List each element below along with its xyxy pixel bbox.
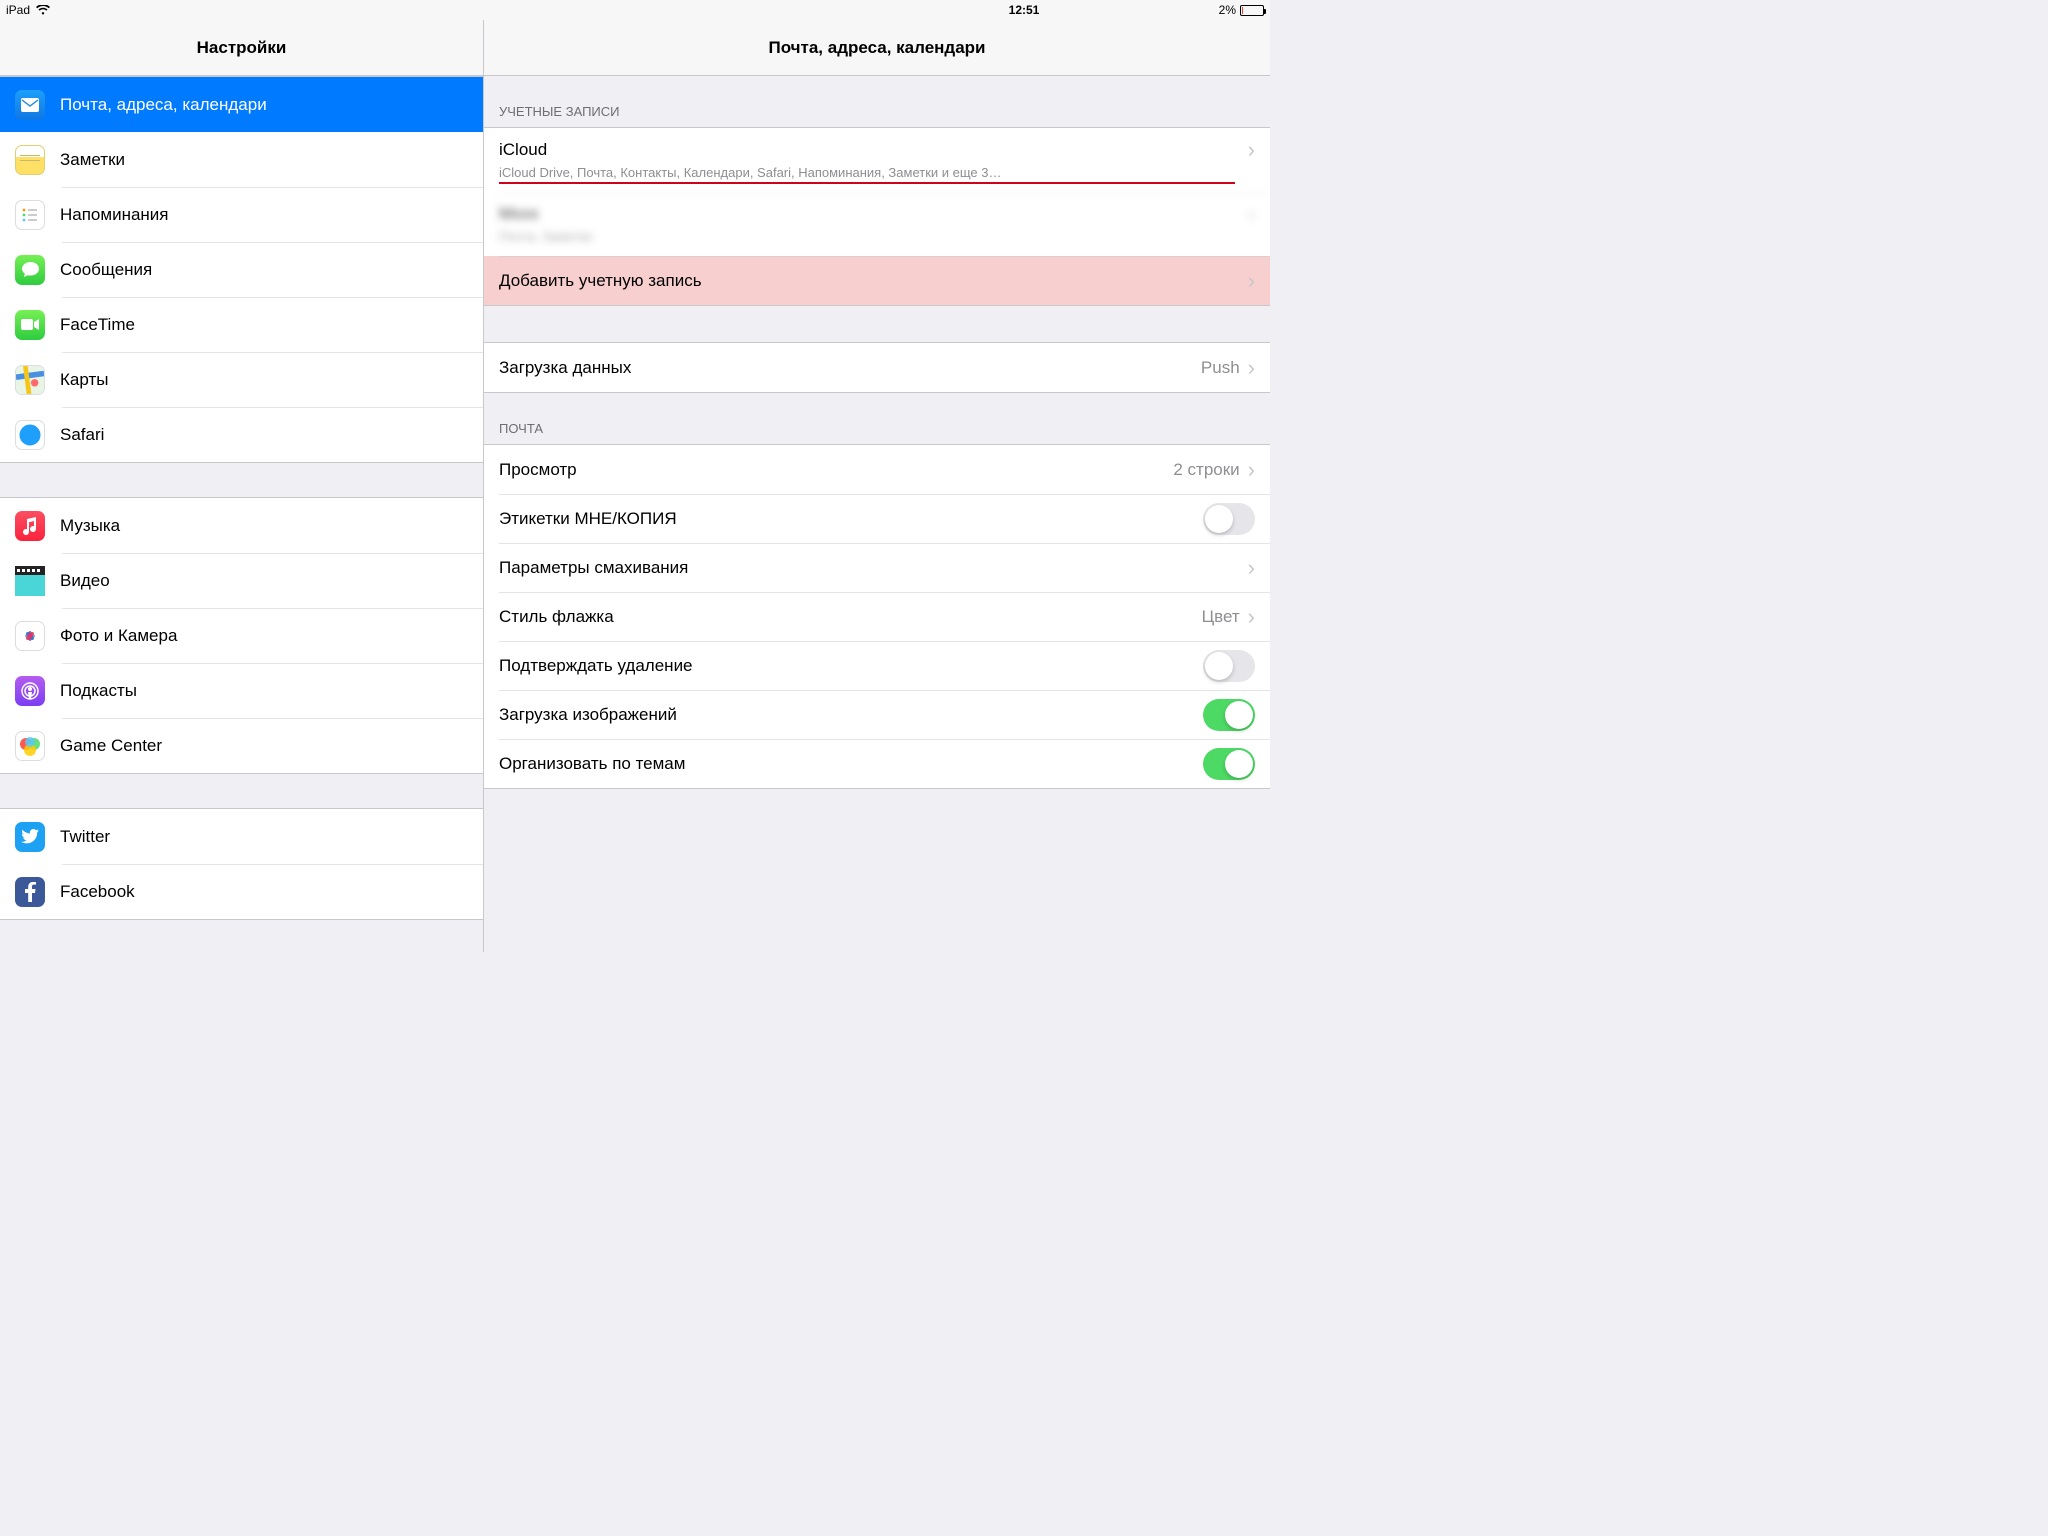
sidebar-item-label: Twitter (60, 827, 468, 847)
labels-toggle[interactable] (1203, 503, 1255, 535)
chevron-right-icon: › (1248, 604, 1255, 630)
preview-value: 2 строки (1173, 460, 1239, 480)
fetch-label: Загрузка данных (499, 358, 1201, 378)
sidebar-item-facetime[interactable]: FaceTime (0, 297, 483, 352)
sidebar-item-label: Safari (60, 425, 468, 445)
account-secondary[interactable]: Mxxx › Почта, Заметки (484, 192, 1270, 256)
device-label: iPad (6, 3, 30, 17)
sidebar-item-label: Game Center (60, 736, 468, 756)
detail-title: Почта, адреса, календари (484, 20, 1270, 76)
facetime-icon (15, 310, 45, 340)
swipe-label: Параметры смахивания (499, 558, 1248, 578)
sidebar-item-facebook[interactable]: Facebook (0, 864, 483, 919)
chevron-right-icon: › (1248, 268, 1255, 294)
load-images-row[interactable]: Загрузка изображений (484, 690, 1270, 739)
add-account-label: Добавить учетную запись (499, 271, 1248, 291)
flag-value: Цвет (1202, 607, 1240, 627)
messages-icon (15, 255, 45, 285)
reminders-icon (15, 200, 45, 230)
sidebar-item-label: Фото и Камера (60, 626, 468, 646)
mail-icon (15, 90, 45, 120)
sidebar-item-label: Почта, адреса, календари (60, 95, 468, 115)
maps-icon (15, 365, 45, 395)
account-subtitle: Почта, Заметки (499, 229, 1235, 244)
settings-sidebar: Настройки Почта, адреса, календари Замет… (0, 20, 484, 952)
chevron-right-icon: › (1248, 355, 1255, 381)
podcasts-icon (15, 676, 45, 706)
confirm-delete-row[interactable]: Подтверждать удаление (484, 641, 1270, 690)
organize-label: Организовать по темам (499, 754, 1203, 774)
sidebar-item-maps[interactable]: Карты (0, 352, 483, 407)
sidebar-group-3: Twitter Facebook (0, 808, 483, 920)
wifi-icon (36, 5, 50, 15)
labels-label: Этикетки МНЕ/КОПИЯ (499, 509, 1203, 529)
battery-percent: 2% (1219, 3, 1236, 17)
mail-section-header: ПОЧТА (484, 393, 1270, 444)
load-images-toggle[interactable] (1203, 699, 1255, 731)
swipe-row[interactable]: Параметры смахивания › (484, 543, 1270, 592)
photos-icon (15, 621, 45, 651)
fetch-row[interactable]: Загрузка данных Push › (484, 343, 1270, 392)
sidebar-item-notes[interactable]: Заметки (0, 132, 483, 187)
detail-pane: Почта, адреса, календари УЧЕТНЫЕ ЗАПИСИ … (484, 20, 1270, 952)
twitter-icon (15, 822, 45, 852)
sidebar-item-photos[interactable]: Фото и Камера (0, 608, 483, 663)
fetch-value: Push (1201, 358, 1240, 378)
safari-icon (15, 420, 45, 450)
organize-toggle[interactable] (1203, 748, 1255, 780)
sidebar-item-reminders[interactable]: Напоминания (0, 187, 483, 242)
flag-row[interactable]: Стиль флажка Цвет › (484, 592, 1270, 641)
confirm-delete-label: Подтверждать удаление (499, 656, 1203, 676)
account-title: iCloud (499, 140, 1248, 160)
sidebar-item-label: Музыка (60, 516, 468, 536)
sidebar-item-label: Карты (60, 370, 468, 390)
facebook-icon (15, 877, 45, 907)
gamecenter-icon (15, 731, 45, 761)
chevron-right-icon: › (1248, 457, 1255, 483)
sidebar-title: Настройки (0, 20, 483, 76)
confirm-delete-toggle[interactable] (1203, 650, 1255, 682)
sidebar-group-2: Музыка Видео Фото и Камера Подкасты Game… (0, 497, 483, 774)
status-time: 12:51 (1009, 3, 1040, 17)
video-icon (15, 566, 45, 596)
sidebar-item-label: Facebook (60, 882, 468, 902)
accounts-section-header: УЧЕТНЫЕ ЗАПИСИ (484, 76, 1270, 127)
sidebar-item-music[interactable]: Музыка (0, 498, 483, 553)
sidebar-item-label: Подкасты (60, 681, 468, 701)
fetch-list: Загрузка данных Push › (484, 342, 1270, 393)
notes-icon (15, 145, 45, 175)
chevron-right-icon: › (1248, 201, 1255, 227)
mail-list: Просмотр 2 строки › Этикетки МНЕ/КОПИЯ П… (484, 444, 1270, 789)
sidebar-item-gamecenter[interactable]: Game Center (0, 718, 483, 773)
load-images-label: Загрузка изображений (499, 705, 1203, 725)
sidebar-item-label: Заметки (60, 150, 468, 170)
battery-icon (1240, 5, 1264, 16)
sidebar-item-label: Напоминания (60, 205, 468, 225)
sidebar-item-podcasts[interactable]: Подкасты (0, 663, 483, 718)
organize-row[interactable]: Организовать по темам (484, 739, 1270, 788)
sidebar-item-twitter[interactable]: Twitter (0, 809, 483, 864)
preview-row[interactable]: Просмотр 2 строки › (484, 445, 1270, 494)
chevron-right-icon: › (1248, 555, 1255, 581)
accounts-list: iCloud › iCloud Drive, Почта, Контакты, … (484, 127, 1270, 306)
labels-row[interactable]: Этикетки МНЕ/КОПИЯ (484, 494, 1270, 543)
sidebar-item-label: FaceTime (60, 315, 468, 335)
chevron-right-icon: › (1248, 137, 1255, 163)
sidebar-item-messages[interactable]: Сообщения (0, 242, 483, 297)
account-icloud[interactable]: iCloud › iCloud Drive, Почта, Контакты, … (484, 128, 1270, 192)
flag-label: Стиль флажка (499, 607, 1202, 627)
status-bar: iPad 12:51 2% (0, 0, 1270, 20)
account-subtitle: iCloud Drive, Почта, Контакты, Календари… (499, 165, 1235, 184)
preview-label: Просмотр (499, 460, 1173, 480)
account-title: Mxxx (499, 204, 1248, 224)
add-account-row[interactable]: Добавить учетную запись › (484, 256, 1270, 305)
sidebar-item-label: Сообщения (60, 260, 468, 280)
sidebar-group-1: Почта, адреса, календари Заметки Напомин… (0, 76, 483, 463)
sidebar-item-safari[interactable]: Safari (0, 407, 483, 462)
sidebar-item-mail[interactable]: Почта, адреса, календари (0, 77, 483, 132)
sidebar-item-video[interactable]: Видео (0, 553, 483, 608)
sidebar-item-label: Видео (60, 571, 468, 591)
music-icon (15, 511, 45, 541)
